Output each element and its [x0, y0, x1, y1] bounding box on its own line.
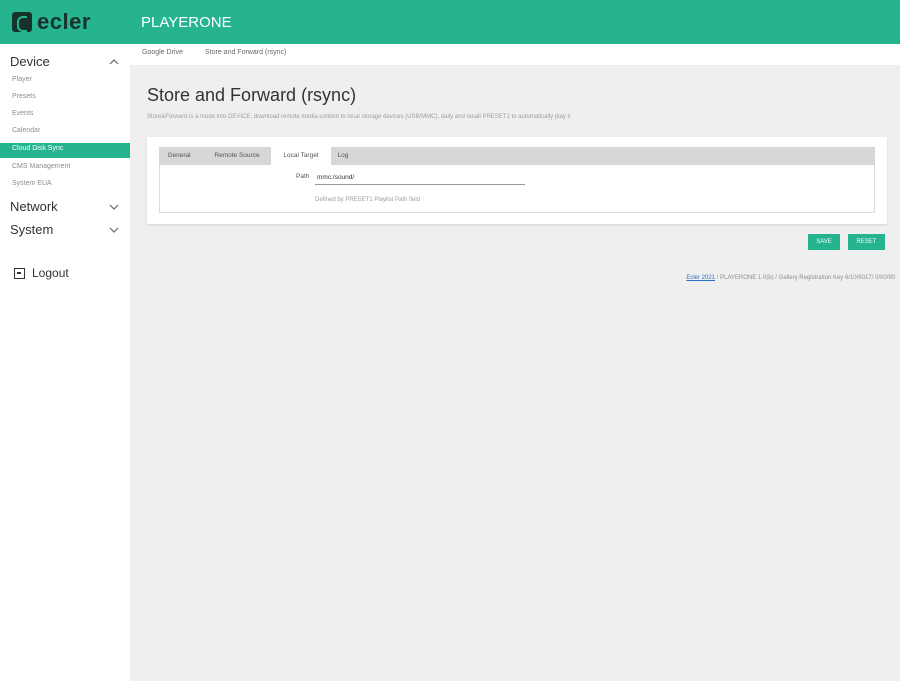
breadcrumb-store-and-forward[interactable]: Store and Forward (rsync): [205, 49, 286, 56]
page-description: Store&Forward is a mode into DEVICE, dow…: [147, 114, 571, 120]
sidebar-item-label: System EUA: [12, 180, 52, 187]
product-name: PLAYERONE: [141, 14, 232, 31]
sidebar-section-label: Network: [10, 199, 58, 214]
tab-bar: General Remote Source Local Target Log: [159, 147, 875, 165]
logout-label: Logout: [32, 266, 69, 280]
sidebar-item-label: CMS Management: [12, 163, 71, 170]
sidebar-section-device[interactable]: Device: [0, 52, 130, 72]
tab-label: Log: [337, 152, 349, 159]
path-label: Path: [296, 173, 310, 180]
sidebar-item-label: Cloud Disk Sync: [12, 145, 64, 152]
sidebar-section-system[interactable]: System: [0, 220, 130, 240]
top-header: ecler PLAYERONE: [0, 0, 900, 44]
sidebar-section-label: Device: [10, 54, 50, 69]
save-button[interactable]: SAVE: [808, 234, 840, 250]
breadcrumb: Google Drive Store and Forward (rsync): [130, 44, 900, 65]
sidebar-item-presets[interactable]: Presets: [0, 91, 130, 106]
path-input[interactable]: [315, 170, 525, 185]
logout-icon: [14, 267, 25, 279]
sidebar-item-label: Calendar: [12, 127, 41, 134]
main-content: Google Drive Store and Forward (rsync) S…: [130, 44, 900, 681]
sidebar-item-label: Player: [12, 76, 32, 83]
tab-local-target[interactable]: Local Target: [271, 147, 331, 165]
ecler-logo[interactable]: ecler: [12, 9, 91, 34]
tab-log[interactable]: Log: [331, 147, 355, 165]
chevron-up-icon: [109, 59, 119, 65]
sidebar-item-player[interactable]: Player: [0, 74, 130, 89]
page-title: Store and Forward (rsync): [147, 85, 357, 105]
sidebar: Device Player Presets Events Calendar Cl…: [0, 44, 130, 681]
tab-remote-source[interactable]: Remote Source: [203, 147, 271, 165]
ecler-logo-icon: [12, 12, 32, 32]
brand-text: ecler: [37, 9, 91, 34]
sidebar-item-label: Events: [12, 110, 34, 117]
sidebar-item-label: Presets: [12, 93, 36, 100]
sidebar-item-calendar[interactable]: Calendar: [0, 125, 130, 140]
chevron-down-icon: [109, 204, 119, 210]
sidebar-section-network[interactable]: Network: [0, 197, 130, 217]
path-help-text: Defined by PRESET1 Playlist Path field: [315, 197, 421, 203]
sidebar-section-label: System: [10, 222, 54, 237]
tab-label: General: [167, 152, 191, 159]
breadcrumb-google-drive[interactable]: Google Drive: [142, 49, 183, 56]
footer-version-text: / PLAYERONE 1.0(b) / Gallery Registratio…: [715, 275, 895, 281]
settings-card: General Remote Source Local Target Log P…: [147, 137, 887, 224]
tab-general[interactable]: General: [159, 147, 199, 165]
footer-info: Ecler 2021 / PLAYERONE 1.0(b) / Gallery …: [686, 275, 895, 281]
local-target-panel: Path Defined by PRESET1 Playlist Path fi…: [159, 165, 875, 213]
chevron-down-icon: [109, 227, 119, 233]
reset-button[interactable]: RESET: [848, 234, 885, 250]
sidebar-item-cloud-disk-sync[interactable]: Cloud Disk Sync: [0, 143, 130, 158]
tab-label: Remote Source: [214, 152, 260, 159]
footer-link[interactable]: Ecler 2021: [686, 275, 715, 281]
sidebar-item-events[interactable]: Events: [0, 108, 130, 123]
logout-button[interactable]: Logout: [14, 265, 69, 281]
sidebar-item-system-eua[interactable]: System EUA: [0, 178, 130, 193]
tab-label: Local Target: [283, 152, 319, 159]
sidebar-item-cms-management[interactable]: CMS Management: [0, 161, 130, 176]
